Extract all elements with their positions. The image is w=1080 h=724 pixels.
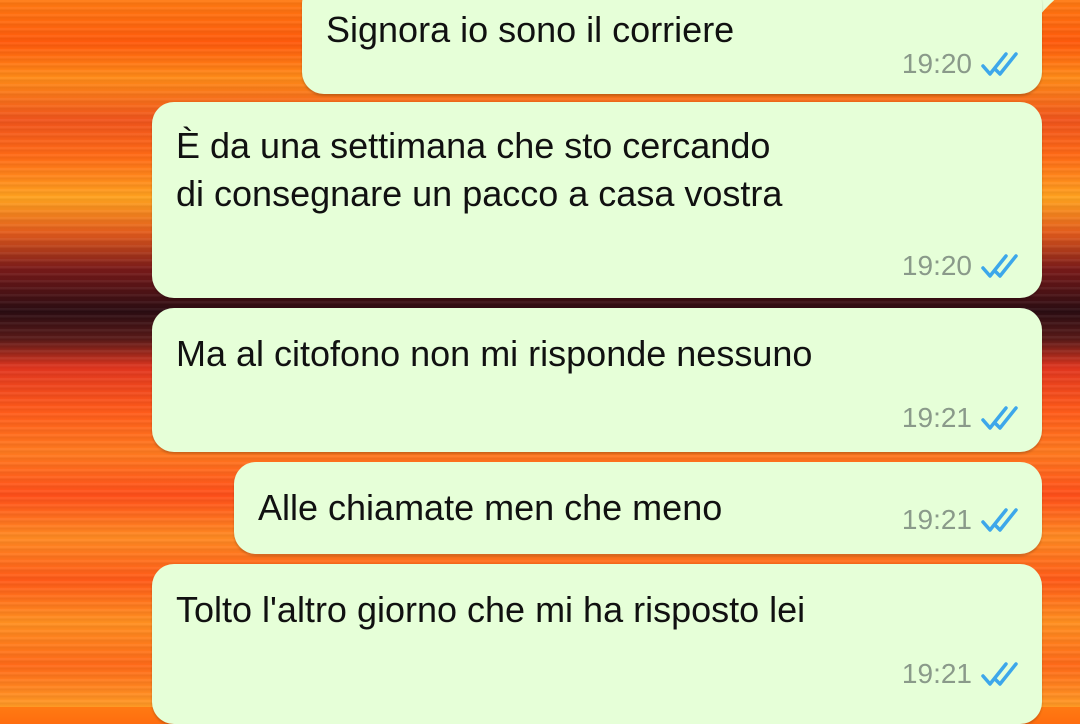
message-time: 19:20 [901,250,972,281]
message-text: Ma al citofono non mi risponde nessuno [176,333,813,374]
message-text: È da una settimana che sto cercando di c… [176,125,783,214]
message-meta: 19:20 [902,250,1020,282]
message-meta: 19:20 [902,48,1020,80]
message-time: 19:21 [901,658,972,689]
double-check-icon [981,662,1018,686]
outgoing-message-bubble[interactable]: Ma al citofono non mi risponde nessuno 1… [152,308,1042,452]
message-time: 19:21 [901,504,972,535]
outgoing-message-bubble[interactable]: Tolto l'altro giorno che mi ha risposto … [152,564,1042,724]
double-check-icon [981,254,1018,278]
outgoing-message-bubble[interactable]: È da una settimana che sto cercando di c… [152,102,1042,298]
message-text: Tolto l'altro giorno che mi ha risposto … [176,589,806,630]
message-time: 19:20 [901,48,972,79]
message-text: Alle chiamate men che meno [258,487,723,528]
message-meta: 19:21 [902,658,1020,690]
message-text: Signora io sono il corriere [326,9,735,50]
message-meta: 19:21 [902,402,1020,434]
message-meta: 19:21 [902,504,1020,536]
outgoing-message-bubble[interactable]: Signora io sono il corriere 19:20 [302,0,1042,94]
double-check-icon [981,52,1018,76]
outgoing-message-bubble[interactable]: Alle chiamate men che meno 19:21 [234,462,1042,554]
message-time: 19:21 [901,402,972,433]
double-check-icon [981,508,1018,532]
chat-thread: Signora io sono il corriere 19:20 È da u… [0,0,1080,724]
double-check-icon [981,406,1018,430]
